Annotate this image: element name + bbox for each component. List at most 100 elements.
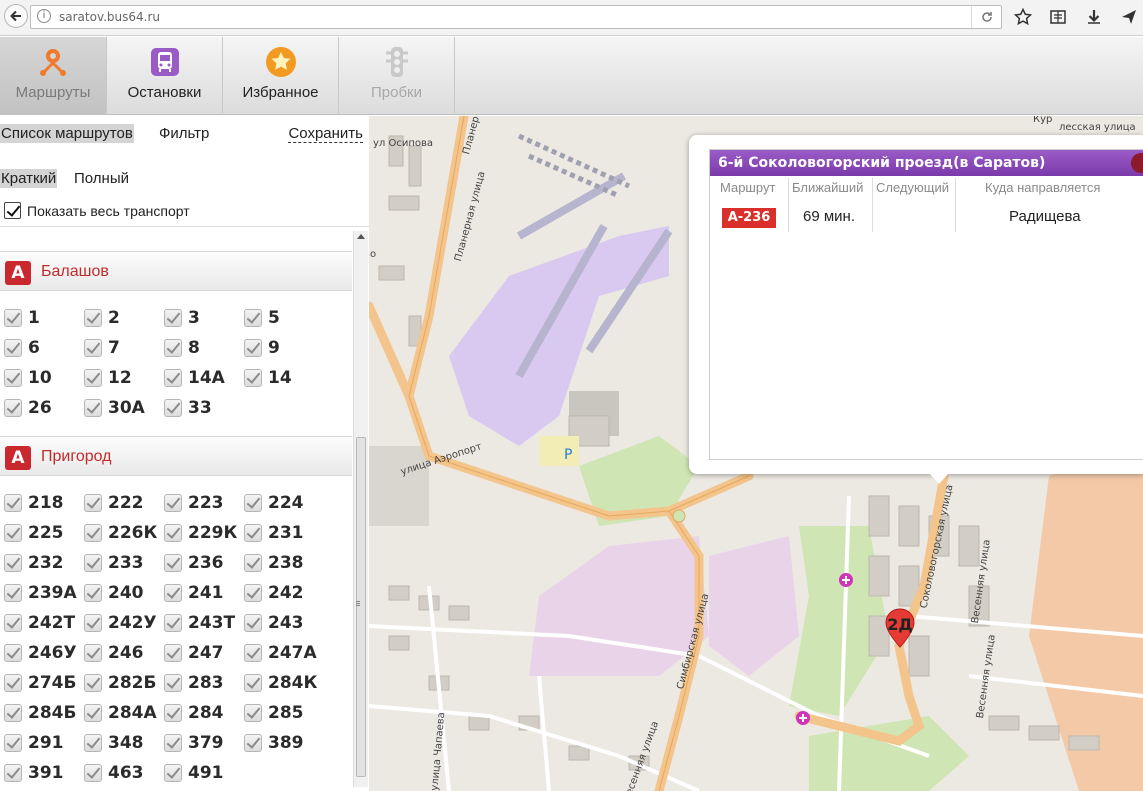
route-checkbox[interactable] — [164, 554, 182, 572]
route-checkbox-item[interactable]: 232 — [4, 551, 84, 575]
route-checkbox[interactable] — [4, 494, 22, 512]
tab-routes[interactable]: Маршруты — [0, 37, 107, 115]
route-checkbox-item[interactable]: 491 — [164, 761, 244, 785]
route-checkbox[interactable] — [4, 309, 22, 327]
route-checkbox[interactable] — [244, 674, 262, 692]
scroll-thumb[interactable] — [356, 437, 366, 777]
route-checkbox-item[interactable]: 282Б — [84, 671, 164, 695]
route-checkbox-item[interactable]: 391 — [4, 761, 84, 785]
route-checkbox[interactable] — [164, 309, 182, 327]
route-checkbox-item[interactable]: 8 — [164, 336, 244, 360]
route-checkbox-item[interactable]: 246 — [84, 641, 164, 665]
route-checkbox-item[interactable]: 247 — [164, 641, 244, 665]
route-checkbox[interactable] — [164, 339, 182, 357]
tab-favorites[interactable]: Избранное — [223, 37, 339, 115]
route-checkbox[interactable] — [244, 704, 262, 722]
route-checkbox[interactable] — [244, 554, 262, 572]
route-checkbox-item[interactable]: 284 — [164, 701, 244, 725]
route-checkbox-item[interactable]: 218 — [4, 491, 84, 515]
subtab-filter[interactable]: Фильтр — [158, 124, 210, 143]
route-checkbox-item[interactable]: 284К — [244, 671, 324, 695]
route-checkbox-item[interactable]: 236 — [164, 551, 244, 575]
route-checkbox-item[interactable]: 285 — [244, 701, 324, 725]
route-checkbox[interactable] — [4, 614, 22, 632]
route-checkbox[interactable] — [4, 584, 22, 602]
route-checkbox-item[interactable]: 243Т — [164, 611, 244, 635]
route-checkbox-item[interactable]: 242У — [84, 611, 164, 635]
route-checkbox-item[interactable]: 291 — [4, 731, 84, 755]
view-mode-full[interactable]: Полный — [73, 169, 130, 188]
route-checkbox-item[interactable]: 247А — [244, 641, 324, 665]
scroll-up-arrow-icon[interactable] — [357, 234, 365, 239]
route-checkbox[interactable] — [84, 399, 102, 417]
group-header-balashov[interactable]: А Балашов — [0, 251, 352, 291]
route-badge[interactable]: А-236 — [722, 208, 776, 228]
scrollbar[interactable] — [353, 231, 368, 787]
route-checkbox[interactable] — [4, 369, 22, 387]
route-checkbox[interactable] — [4, 339, 22, 357]
route-list[interactable]: А Балашов 1 2 3 5 6 7 8 9 10 12 14А 14 26 30А 33 А При… — [0, 226, 369, 791]
route-checkbox-item[interactable]: 283 — [164, 671, 244, 695]
route-checkbox-item[interactable]: 222 — [84, 491, 164, 515]
route-checkbox-item[interactable]: 6 — [4, 336, 84, 360]
route-checkbox[interactable] — [84, 674, 102, 692]
route-checkbox-item[interactable]: 2 — [84, 306, 164, 330]
route-checkbox[interactable] — [4, 734, 22, 752]
route-checkbox[interactable] — [244, 494, 262, 512]
info-icon[interactable]: i — [37, 9, 51, 23]
route-checkbox-item[interactable]: 229К — [164, 521, 244, 545]
route-checkbox-item[interactable]: 242Т — [4, 611, 84, 635]
route-checkbox[interactable] — [164, 524, 182, 542]
view-mode-short[interactable]: Краткий — [0, 169, 58, 188]
route-checkbox-item[interactable]: 348 — [84, 731, 164, 755]
show-all-transport[interactable]: Показать весь транспорт — [4, 202, 190, 219]
route-checkbox[interactable] — [164, 614, 182, 632]
route-checkbox[interactable] — [84, 734, 102, 752]
route-checkbox-item[interactable]: 274Б — [4, 671, 84, 695]
route-checkbox[interactable] — [84, 309, 102, 327]
route-checkbox-item[interactable]: 379 — [164, 731, 244, 755]
subtab-route-list[interactable]: Список маршрутов — [0, 124, 134, 143]
route-checkbox[interactable] — [84, 644, 102, 662]
route-checkbox-item[interactable]: 284А — [84, 701, 164, 725]
route-checkbox[interactable] — [4, 644, 22, 662]
route-checkbox[interactable] — [84, 764, 102, 782]
route-checkbox-item[interactable]: 30А — [84, 396, 164, 420]
route-checkbox-item[interactable]: 26 — [4, 396, 84, 420]
route-checkbox[interactable] — [84, 339, 102, 357]
route-checkbox-item[interactable]: 233 — [84, 551, 164, 575]
route-checkbox-item[interactable]: 242 — [244, 581, 324, 605]
route-checkbox[interactable] — [164, 494, 182, 512]
route-checkbox-item[interactable]: 7 — [84, 336, 164, 360]
download-icon[interactable] — [1083, 6, 1105, 28]
route-checkbox[interactable] — [244, 309, 262, 327]
route-checkbox[interactable] — [244, 584, 262, 602]
route-checkbox-item[interactable]: 240 — [84, 581, 164, 605]
save-link[interactable]: Сохранить — [288, 125, 363, 143]
route-checkbox[interactable] — [244, 524, 262, 542]
route-checkbox[interactable] — [4, 554, 22, 572]
route-checkbox[interactable] — [84, 584, 102, 602]
route-checkbox[interactable] — [164, 369, 182, 387]
route-checkbox-item[interactable]: 223 — [164, 491, 244, 515]
route-checkbox-item[interactable]: 33 — [164, 396, 244, 420]
route-checkbox[interactable] — [244, 734, 262, 752]
route-checkbox-item[interactable]: 463 — [84, 761, 164, 785]
route-checkbox[interactable] — [4, 674, 22, 692]
route-checkbox[interactable] — [244, 614, 262, 632]
route-checkbox-item[interactable]: 239А — [4, 581, 84, 605]
route-checkbox-item[interactable]: 241 — [164, 581, 244, 605]
route-checkbox-item[interactable]: 246У — [4, 641, 84, 665]
route-checkbox[interactable] — [84, 524, 102, 542]
route-checkbox[interactable] — [4, 399, 22, 417]
tab-traffic[interactable]: Пробки — [339, 37, 455, 115]
show-all-checkbox[interactable] — [4, 202, 21, 219]
route-checkbox[interactable] — [84, 494, 102, 512]
route-checkbox-item[interactable]: 14 — [244, 366, 324, 390]
reload-icon[interactable] — [971, 6, 1001, 28]
route-checkbox[interactable] — [4, 704, 22, 722]
route-checkbox-item[interactable]: 389 — [244, 731, 324, 755]
reading-list-icon[interactable] — [1047, 6, 1069, 28]
address-bar[interactable]: i saratov.bus64.ru — [30, 5, 1002, 29]
route-checkbox[interactable] — [84, 554, 102, 572]
